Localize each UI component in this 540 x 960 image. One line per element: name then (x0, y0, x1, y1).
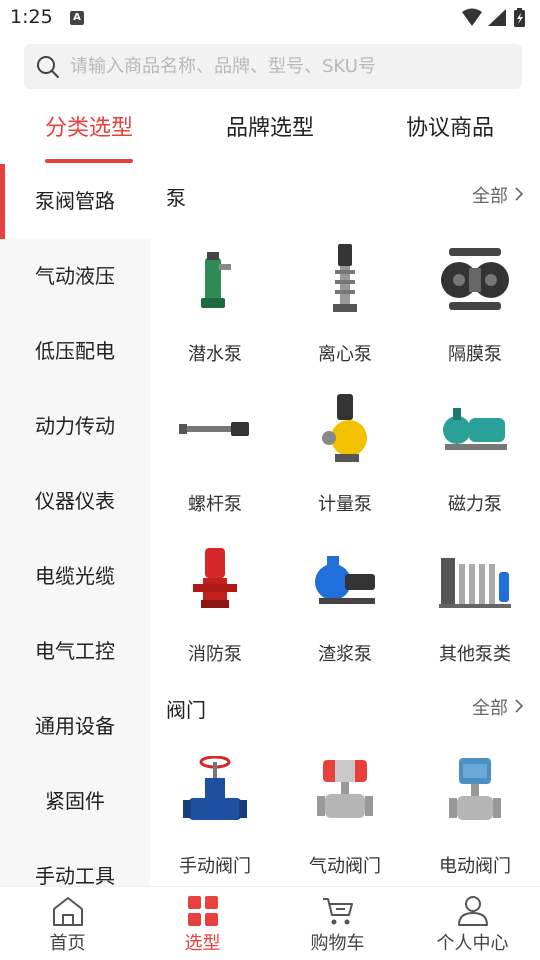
status-icons (460, 7, 530, 33)
sidebar-item-hand-tools[interactable]: 手动工具 (0, 839, 150, 886)
chevron-right-icon (514, 697, 524, 718)
diaphragm-pump-icon (441, 248, 509, 310)
product-name: 消防泵 (188, 644, 242, 665)
nav-profile-label: 个人中心 (436, 933, 509, 954)
section-title-pumps: 泵 (166, 186, 186, 210)
product-name: 潜水泵 (188, 344, 242, 365)
search-bar[interactable]: 请输入商品名称、品牌、型号、SKU号 (24, 44, 522, 89)
product-centrifugal-pump[interactable]: 离心泵 (280, 244, 410, 374)
view-all-pumps-link[interactable]: 全部 (472, 182, 524, 208)
status-bar: 1:25 A (0, 0, 540, 36)
tab-category-selection[interactable]: 分类选型 (45, 110, 133, 142)
nav-home-label: 首页 (49, 933, 86, 954)
sidebar-item-power-transmission[interactable]: 动力传动 (0, 389, 150, 464)
product-name: 隔膜泵 (448, 344, 502, 365)
tab-brand-selection[interactable]: 品牌选型 (226, 110, 314, 142)
product-name: 离心泵 (318, 344, 372, 365)
nav-home[interactable]: 首页 (0, 887, 135, 960)
metering-pump-icon (322, 394, 367, 462)
chevron-right-icon (514, 185, 524, 206)
grid-icon (187, 895, 219, 931)
notification-icon: A (70, 11, 84, 25)
search-input[interactable]: 请输入商品名称、品牌、型号、SKU号 (70, 44, 376, 89)
home-icon (51, 895, 85, 931)
view-all-label: 全部 (472, 698, 508, 719)
status-time: 1:25 (10, 6, 53, 28)
product-pneumatic-valve[interactable]: 气动阀门 (280, 756, 410, 886)
product-magnetic-pump[interactable]: 磁力泵 (410, 394, 540, 524)
product-fire-pump[interactable]: 消防泵 (150, 544, 280, 674)
pneumatic-valve-icon (317, 760, 373, 818)
nav-cart[interactable]: 购物车 (270, 887, 405, 960)
view-all-valves-link[interactable]: 全部 (472, 694, 524, 720)
search-icon (36, 55, 60, 83)
nav-profile[interactable]: 个人中心 (405, 887, 540, 960)
magnetic-pump-icon (443, 408, 507, 450)
product-electric-valve[interactable]: 电动阀门 (410, 756, 540, 886)
category-sidebar: 泵阀管路 气动液压 低压配电 动力传动 仪器仪表 电缆光缆 电气工控 通用设备 … (0, 164, 150, 886)
product-name: 气动阀门 (309, 856, 381, 877)
section-title-valves: 阀门 (166, 698, 206, 722)
product-metering-pump[interactable]: 计量泵 (280, 394, 410, 524)
product-screw-pump[interactable]: 螺杆泵 (150, 394, 280, 524)
product-name: 磁力泵 (448, 494, 502, 515)
product-name: 电动阀门 (439, 856, 511, 877)
product-slurry-pump[interactable]: 渣浆泵 (280, 544, 410, 674)
sidebar-item-general-equipment[interactable]: 通用设备 (0, 689, 150, 764)
sidebar-item-cables[interactable]: 电缆光缆 (0, 539, 150, 614)
product-name: 螺杆泵 (188, 494, 242, 515)
submersible-pump-icon (201, 252, 231, 308)
product-name: 计量泵 (318, 494, 372, 515)
product-manual-valve[interactable]: 手动阀门 (150, 756, 280, 886)
product-other-pumps[interactable]: 其他泵类 (410, 544, 540, 674)
active-tab-indicator (45, 159, 133, 163)
centrifugal-pump-icon (333, 244, 357, 312)
signal-icon (488, 9, 506, 26)
product-submersible-pump[interactable]: 潜水泵 (150, 244, 280, 374)
product-name: 其他泵类 (439, 644, 511, 665)
sidebar-item-fasteners[interactable]: 紧固件 (0, 764, 150, 839)
nav-cart-label: 购物车 (310, 933, 365, 954)
manual-valve-icon (183, 756, 247, 820)
slurry-pump-icon (315, 556, 375, 604)
sidebar-item-electrical-control[interactable]: 电气工控 (0, 614, 150, 689)
electric-valve-icon (449, 758, 501, 820)
sidebar-item-pump-valve-pipe[interactable]: 泵阀管路 (0, 164, 150, 239)
battery-icon (514, 8, 525, 27)
sidebar-item-low-voltage[interactable]: 低压配电 (0, 314, 150, 389)
sidebar-item-pneumatic-hydraulic[interactable]: 气动液压 (0, 239, 150, 314)
sidebar-item-instruments[interactable]: 仪器仪表 (0, 464, 150, 539)
category-tabs: 分类选型 品牌选型 协议商品 (0, 100, 540, 166)
fire-pump-icon (193, 548, 237, 608)
other-pumps-icon (439, 558, 511, 608)
product-name: 渣浆泵 (318, 644, 372, 665)
screw-pump-icon (179, 422, 249, 436)
product-content: 泵 全部 潜水泵 离心泵 隔膜泵 螺杆泵 计量泵 磁力泵 消防泵 渣浆泵 其他泵… (150, 164, 540, 886)
product-name: 手动阀门 (179, 856, 251, 877)
tab-agreement-products[interactable]: 协议商品 (406, 110, 494, 142)
nav-selection[interactable]: 选型 (135, 887, 270, 960)
nav-selection-label: 选型 (184, 933, 221, 954)
view-all-label: 全部 (472, 186, 508, 207)
product-diaphragm-pump[interactable]: 隔膜泵 (410, 244, 540, 374)
bottom-navigation: 首页 选型 购物车 个人中心 (0, 886, 540, 960)
person-icon (456, 895, 490, 931)
cart-icon (321, 895, 355, 931)
wifi-icon (462, 8, 482, 26)
